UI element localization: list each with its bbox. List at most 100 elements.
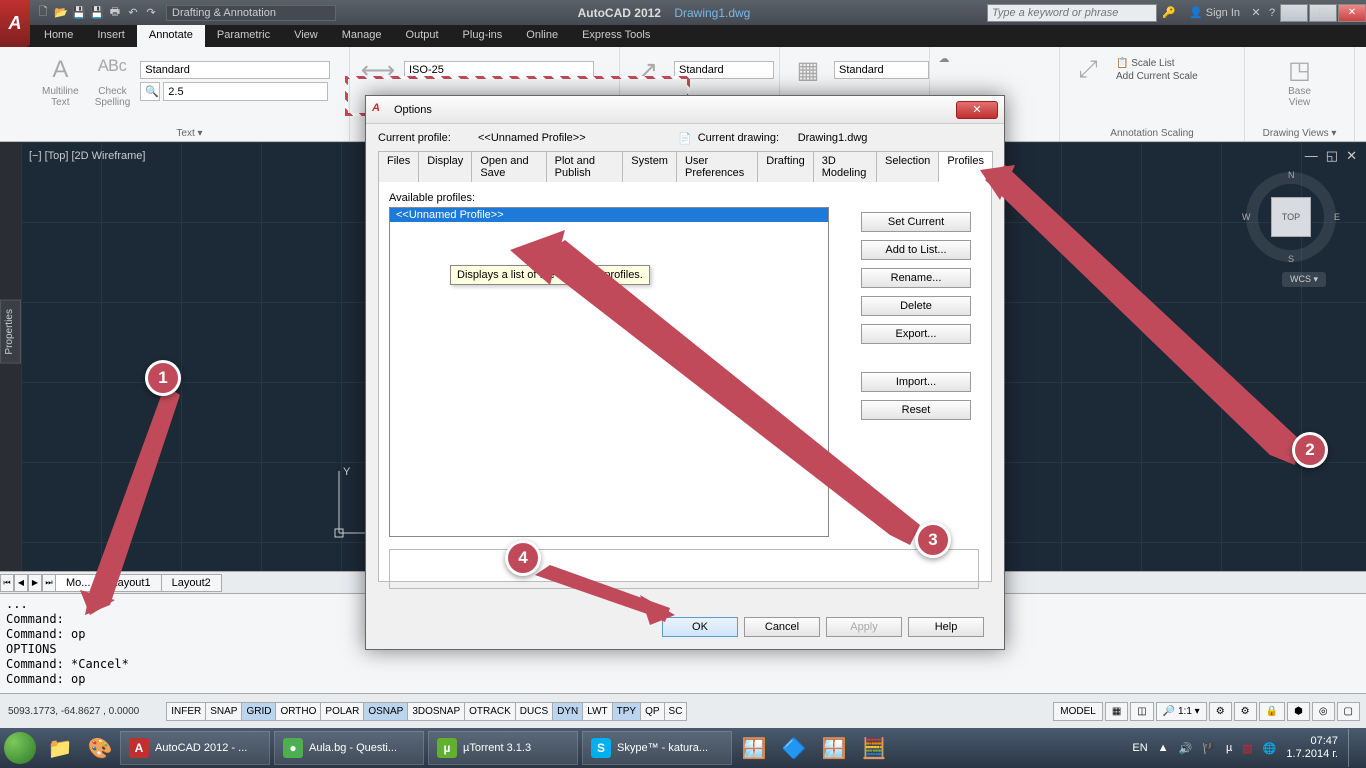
profile-listbox[interactable]: <<Unnamed Profile>> [389,207,829,537]
lock-ui-icon[interactable]: 🔒 [1259,702,1285,721]
sign-in-link[interactable]: 👤 Sign In [1189,6,1240,19]
qat-saveas-icon[interactable]: 💾 [89,5,105,21]
clean-screen-icon[interactable]: ▢ [1337,702,1360,721]
wcs-indicator[interactable]: WCS ▾ [1282,272,1326,287]
text-style-combo[interactable] [140,61,330,79]
menu-manage[interactable]: Manage [330,25,394,47]
qat-save-icon[interactable]: 💾 [71,5,87,21]
base-view-button[interactable]: ◳Base View [1251,50,1348,112]
task-button[interactable]: µµTorrent 3.1.3 [428,731,578,765]
inner-close-icon[interactable]: ✕ [1343,148,1360,164]
toggle-tpy[interactable]: TPY [612,702,641,721]
pinned-calc-icon[interactable]: 🧮 [854,729,894,767]
task-button[interactable]: ●Aula.bg - Questi... [274,731,424,765]
properties-palette-tab[interactable]: Properties [0,300,21,364]
tray-action-center-icon[interactable]: 🏴 [1202,742,1216,755]
toggle-infer[interactable]: INFER [166,702,206,721]
tray-avira-icon[interactable]: ▧ [1242,742,1252,755]
pinned-app3-icon[interactable]: 🪟 [814,729,854,767]
inner-minimize-icon[interactable]: — [1302,148,1321,164]
set-current-button[interactable]: Set Current [861,212,971,232]
export-button[interactable]: Export... [861,324,971,344]
show-desktop-button[interactable] [1348,729,1358,767]
cube-face-top[interactable]: TOP [1271,197,1311,237]
options-tab-selection[interactable]: Selection [876,151,939,182]
dialog-close-button[interactable]: ✕ [956,101,998,119]
options-tab-files[interactable]: Files [378,151,419,182]
viewport-controls[interactable]: [−] [Top] [2D Wireframe] [29,150,145,162]
pinned-explorer-icon[interactable]: 📁 [40,729,80,767]
toggle-sc[interactable]: SC [664,702,688,721]
toggle-qp[interactable]: QP [640,702,664,721]
status-grid-icon[interactable]: ▦ [1105,702,1128,721]
toggle-lwt[interactable]: LWT [582,702,612,721]
qat-undo-icon[interactable]: ↶ [125,5,141,21]
close-button[interactable]: ✕ [1338,4,1366,22]
options-tab-3d-modeling[interactable]: 3D Modeling [813,151,877,182]
profile-item-selected[interactable]: <<Unnamed Profile>> [390,208,828,222]
reset-button[interactable]: Reset [861,400,971,420]
options-tab-profiles[interactable]: Profiles [938,151,993,182]
toggle-3dosnap[interactable]: 3DOSNAP [407,702,465,721]
status-qview-icon[interactable]: ◫ [1130,702,1153,721]
check-spelling-button[interactable]: ᴬᴮᶜCheck Spelling [89,50,137,112]
restore-button[interactable]: ◱ [1309,4,1337,22]
find-text-button[interactable]: 🔍 [140,82,160,101]
qat-new-icon[interactable]: 🗋 [35,5,51,21]
toggle-snap[interactable]: SNAP [205,702,242,721]
infocenter-icon[interactable]: 🔑 [1161,5,1177,21]
leader-button[interactable]: ↗ [626,50,670,90]
tab-nav-next[interactable]: ▶ [28,574,42,592]
anno-scale-button[interactable]: ⤢ [1066,50,1110,90]
tray-show-hidden-icon[interactable]: ▲ [1158,742,1169,754]
qat-plot-icon[interactable]: 🖶 [107,5,123,21]
options-tab-drafting[interactable]: Drafting [757,151,814,182]
tab-nav-last[interactable]: ⏭ [42,574,56,592]
start-button[interactable] [0,728,40,768]
menu-home[interactable]: Home [32,25,85,47]
dim-style-combo[interactable] [404,61,594,79]
layout-tab[interactable]: Mo... [55,574,101,592]
help-button[interactable]: Help [908,617,984,637]
delete-button[interactable]: Delete [861,296,971,316]
menu-view[interactable]: View [282,25,330,47]
pinned-app2-icon[interactable]: 🔷 [774,729,814,767]
pinned-app1-icon[interactable]: 🪟 [734,729,774,767]
menu-output[interactable]: Output [394,25,451,47]
toggle-osnap[interactable]: OSNAP [363,702,408,721]
options-tab-open-and-save[interactable]: Open and Save [471,151,546,182]
app-menu-button[interactable]: A [0,0,30,47]
table-button[interactable]: ▦ [786,50,830,90]
toggle-otrack[interactable]: OTRACK [464,702,516,721]
menu-annotate[interactable]: Annotate [137,25,205,47]
text-height-combo[interactable] [163,82,328,101]
anno-visibility-icon[interactable]: ⚙ [1209,702,1232,721]
add-to-list-button[interactable]: Add to List... [861,240,971,260]
workspace-combo[interactable] [166,5,336,21]
dialog-titlebar[interactable]: A Options ✕ [366,96,1004,124]
multiline-text-button[interactable]: AMultiline Text [36,50,85,112]
model-paper-toggle[interactable]: MODEL [1053,702,1103,721]
menu-insert[interactable]: Insert [85,25,137,47]
toggle-polar[interactable]: POLAR [320,702,364,721]
toggle-dyn[interactable]: DYN [552,702,583,721]
layout-tab[interactable]: Layout2 [161,574,222,592]
add-scale-button[interactable]: Add Current Scale [1116,71,1198,82]
workspace-switch-icon[interactable]: ⚙ [1234,702,1257,721]
menu-plug-ins[interactable]: Plug-ins [451,25,515,47]
exchange-icon[interactable]: ✕ [1248,5,1264,21]
task-button[interactable]: SSkype™ - katura... [582,731,732,765]
minimize-button[interactable]: — [1280,4,1308,22]
toggle-ortho[interactable]: ORTHO [275,702,321,721]
qat-redo-icon[interactable]: ↷ [143,5,159,21]
task-button[interactable]: AAutoCAD 2012 - ... [120,731,270,765]
dimension-button[interactable]: ⟷ [356,50,400,90]
help-search-input[interactable] [987,4,1157,22]
pinned-paint-icon[interactable]: 🎨 [80,729,120,767]
menu-online[interactable]: Online [514,25,570,47]
trayitorrent-icon[interactable]: µ [1226,742,1232,754]
tray-network-icon[interactable]: 🌐 [1263,742,1277,755]
ok-button[interactable]: OK [662,617,738,637]
help-icon[interactable]: ? [1264,5,1280,21]
isolate-icon[interactable]: ◎ [1312,702,1335,721]
